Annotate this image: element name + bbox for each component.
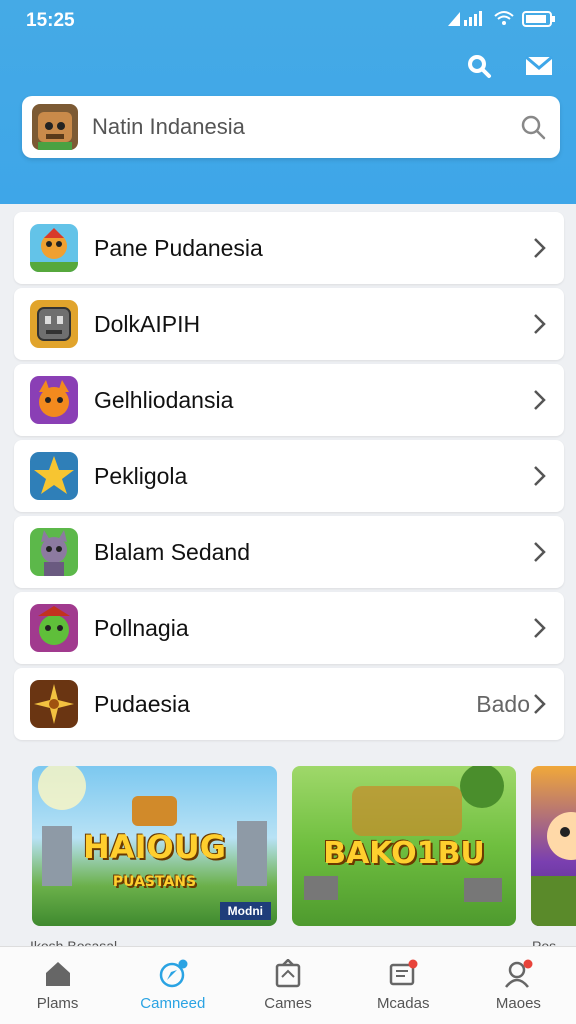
header-actions [464, 52, 554, 80]
tab-mcadas[interactable]: Mcadas [346, 947, 461, 1024]
search-bar[interactable]: Natin Indanesia [22, 96, 560, 158]
game-avatar-icon [32, 104, 78, 150]
avatar [32, 104, 78, 150]
tab-label: Maoes [495, 995, 541, 1012]
tab-label: Camneed [140, 995, 206, 1012]
search-field-icon[interactable] [518, 112, 548, 142]
game-thumbnail [30, 680, 78, 728]
search-input[interactable]: Natin Indanesia [92, 114, 245, 140]
game-thumbnail [30, 452, 78, 500]
compass-icon [159, 959, 188, 988]
list-item-label: Blalam Sedand [94, 539, 250, 565]
list-item-label: Pollnagia [94, 615, 189, 641]
list-item[interactable]: Pekligola [14, 440, 564, 512]
list-item-label: Gelhliodansia [94, 387, 234, 413]
game-list: Pane Pudanesia DolkAIPIH Gelhliodansia P… [14, 212, 564, 744]
mail-button[interactable] [524, 52, 554, 80]
list-item[interactable]: Blalam Sedand [14, 516, 564, 588]
banner-title: HAIOUG [83, 828, 226, 866]
list-item-label: DolkAIPIH [94, 311, 201, 337]
tab-camneed[interactable]: Camneed [115, 947, 230, 1024]
chevron-right-icon [534, 238, 546, 258]
home-icon [45, 962, 70, 986]
search-button[interactable] [464, 52, 494, 80]
list-item-label: Pekligola [94, 463, 188, 489]
featured-banner[interactable]: BAKO1BU [292, 766, 516, 926]
chevron-right-icon [534, 314, 546, 334]
tab-maoes[interactable]: Maoes [461, 947, 576, 1024]
profile-icon [505, 959, 533, 988]
signal-icon [448, 11, 482, 26]
tab-label: Cames [264, 995, 312, 1012]
chevron-right-icon [534, 618, 546, 638]
game-thumbnail [30, 528, 78, 576]
chevron-right-icon [534, 542, 546, 562]
banner-tag: Modni [219, 902, 271, 920]
game-thumbnail [30, 224, 78, 272]
messages-icon [389, 959, 418, 986]
tab-label: Plams [36, 995, 79, 1012]
status-bar: 15:25 [26, 8, 556, 34]
bottom-tab-bar: Plams Camneed Cames Mcadas Maoes [0, 946, 576, 1024]
list-item[interactable]: Pane Pudanesia [14, 212, 564, 284]
status-icons [446, 10, 556, 28]
tab-plams[interactable]: Plams [0, 947, 115, 1024]
app-header: 15:25 Natin Indanesia [0, 0, 576, 204]
search-icon [468, 55, 491, 78]
banner-title: BAKO1BU [323, 836, 485, 871]
list-item-label: Pane Pudanesia [94, 235, 263, 261]
list-item-extra: Bado [476, 691, 530, 717]
list-item[interactable]: DolkAIPIH [14, 288, 564, 360]
chevron-right-icon [534, 466, 546, 486]
featured-banners: HAIOUG PUASTANS Modni BAKO1BU [0, 756, 576, 936]
game-thumbnail [30, 376, 78, 424]
game-thumbnail [30, 300, 78, 348]
mail-icon [525, 55, 553, 75]
tab-cames[interactable]: Cames [230, 947, 345, 1024]
list-item[interactable]: Pudaesia Bado [14, 668, 564, 740]
wifi-icon [494, 11, 514, 25]
games-icon [275, 959, 301, 988]
tab-label: Mcadas [376, 995, 430, 1012]
chevron-right-icon [534, 694, 546, 714]
list-item-label: Pudaesia [94, 691, 190, 717]
status-time: 15:25 [26, 10, 75, 31]
banner-subtitle: PUASTANS [112, 874, 197, 890]
list-item[interactable]: Gelhliodansia [14, 364, 564, 436]
battery-icon [522, 11, 555, 27]
featured-banner[interactable]: HAIOUG PUASTANS Modni [32, 766, 277, 926]
featured-banner[interactable] [531, 766, 576, 926]
list-item[interactable]: Pollnagia [14, 592, 564, 664]
chevron-right-icon [534, 390, 546, 410]
game-thumbnail [30, 604, 78, 652]
banner-art [531, 812, 576, 926]
